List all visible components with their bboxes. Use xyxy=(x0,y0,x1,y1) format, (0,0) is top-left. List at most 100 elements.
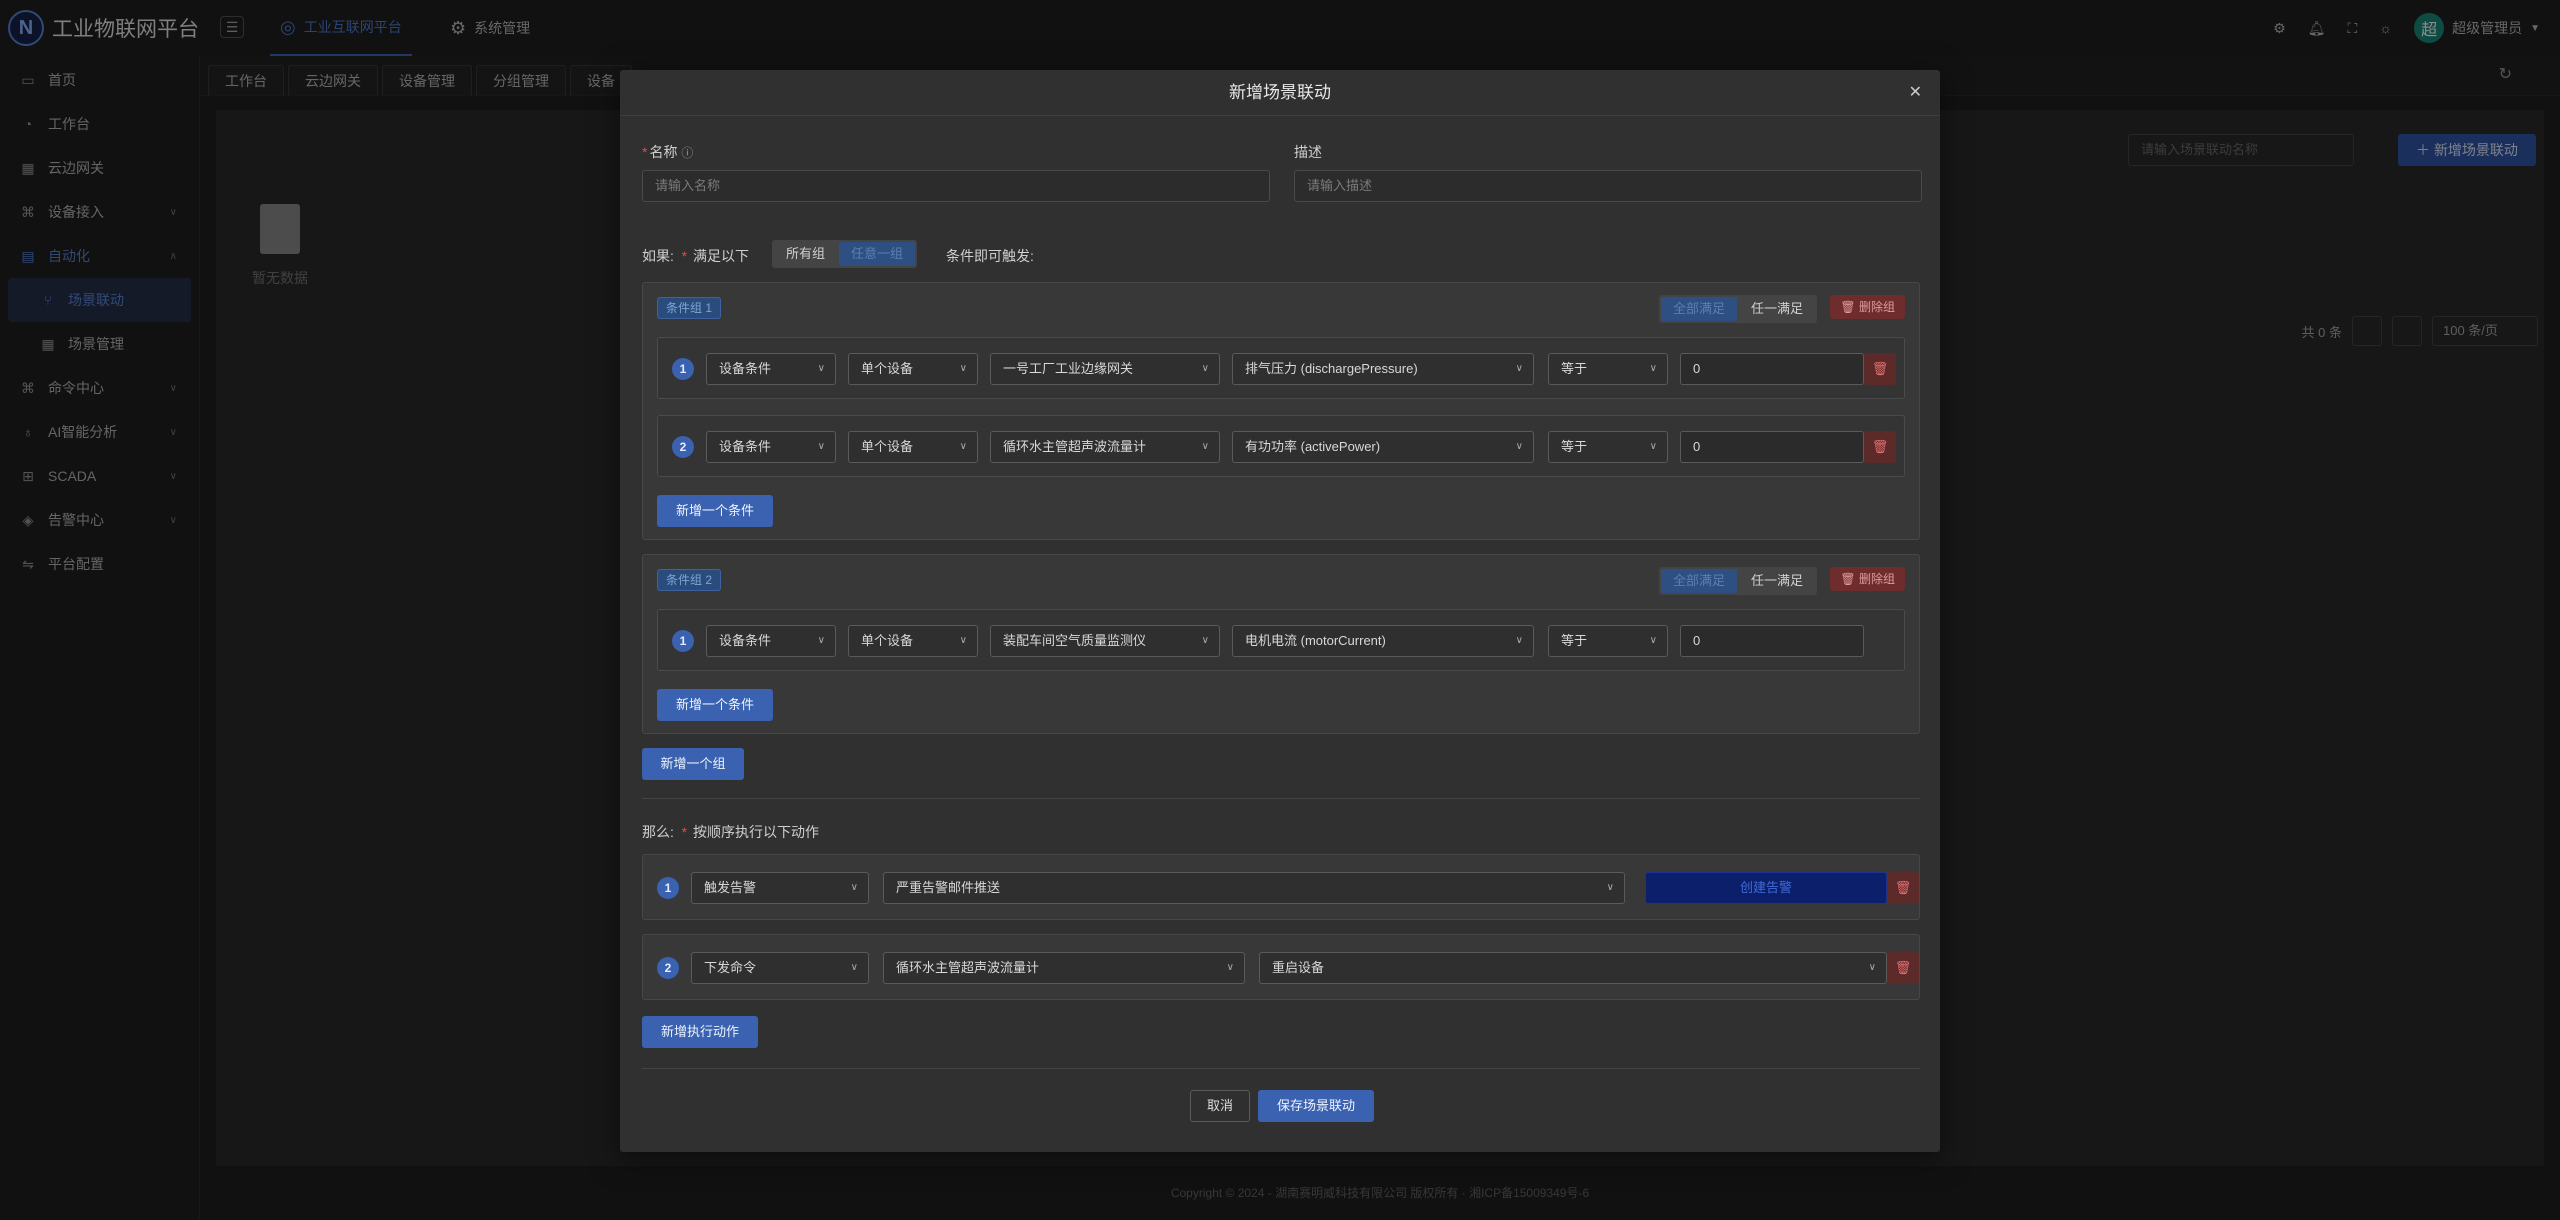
create-alarm-button[interactable]: 创建告警 xyxy=(1645,872,1887,904)
chevron-down-icon: ∨ xyxy=(817,363,825,374)
delete-group-button[interactable]: 🗑︎ 删除组 xyxy=(1830,567,1905,591)
chevron-down-icon: ∨ xyxy=(1649,441,1657,452)
chevron-down-icon: ∨ xyxy=(959,441,967,452)
chevron-down-icon: ∨ xyxy=(850,882,858,893)
condition-value-input[interactable]: 0 xyxy=(1680,353,1864,385)
trash-icon: 🗑︎ xyxy=(1840,300,1856,314)
delete-action-button[interactable]: 🗑︎ xyxy=(1887,952,1919,984)
name-input[interactable]: 请输入名称 xyxy=(642,170,1270,202)
chevron-down-icon: ∨ xyxy=(959,635,967,646)
condition-mode-toggle: 全部满足 任一满足 xyxy=(1658,567,1817,595)
chevron-down-icon: ∨ xyxy=(1868,962,1876,973)
save-button[interactable]: 保存场景联动 xyxy=(1258,1090,1374,1122)
chevron-down-icon: ∨ xyxy=(817,635,825,646)
condition-type-select[interactable]: 设备条件 ∨ xyxy=(706,431,836,463)
mode-any-satisfy[interactable]: 任一满足 xyxy=(1739,297,1815,321)
footer-divider xyxy=(642,1068,1920,1069)
device-scope-select[interactable]: 单个设备 ∨ xyxy=(848,625,978,657)
delete-condition-button[interactable]: 🗑︎ xyxy=(1864,431,1896,463)
property-select[interactable]: 排气压力 (dischargePressure) ∨ xyxy=(1232,353,1534,385)
condition-row: 1 设备条件 ∨ 单个设备 ∨ 一号工厂工业边缘网关 ∨ 排气压力 (discharg… xyxy=(657,337,1905,399)
device-scope-select[interactable]: 单个设备 ∨ xyxy=(848,353,978,385)
mode-any-group[interactable]: 任意一组 xyxy=(839,242,916,266)
delete-condition-button[interactable]: 🗑︎ xyxy=(1864,353,1896,385)
operator-select[interactable]: 等于 ∨ xyxy=(1548,625,1668,657)
chevron-down-icon: ∨ xyxy=(1201,635,1209,646)
command-select[interactable]: 重启设备 ∨ xyxy=(1259,952,1887,984)
condition-value-input[interactable]: 0 xyxy=(1680,431,1864,463)
condition-number: 1 xyxy=(672,358,694,380)
chevron-down-icon: ∨ xyxy=(1201,363,1209,374)
close-icon[interactable]: ✕ xyxy=(1909,70,1922,116)
delete-group-label: 删除组 xyxy=(1858,300,1895,314)
action-row: 1 触发告警 ∨ 严重告警邮件推送 ∨ 创建告警 🗑︎ xyxy=(642,854,1920,920)
mode-any-satisfy[interactable]: 任一满足 xyxy=(1739,569,1815,593)
chevron-down-icon: ∨ xyxy=(1515,635,1523,646)
chevron-down-icon: ∨ xyxy=(1515,441,1523,452)
condition-group: 条件组 1 全部满足 任一满足 🗑︎ 删除组 1 设备条件 ∨ 单个设备 ∨ 一号工… xyxy=(642,282,1920,540)
help-icon: ⓘ xyxy=(681,146,694,160)
condition-value-input[interactable]: 0 xyxy=(1680,625,1864,657)
chevron-down-icon: ∨ xyxy=(817,441,825,452)
chevron-down-icon: ∨ xyxy=(1515,363,1523,374)
group-tag: 条件组 1 xyxy=(657,297,722,319)
add-condition-button[interactable]: 新增一个条件 xyxy=(657,495,773,527)
trash-icon: 🗑︎ xyxy=(1894,880,1912,895)
action-number: 2 xyxy=(657,957,679,979)
condition-number: 2 xyxy=(672,436,694,458)
operator-select[interactable]: 等于 ∨ xyxy=(1548,431,1668,463)
if-label: 如果: * 满足以下 xyxy=(642,248,750,264)
chevron-down-icon: ∨ xyxy=(1201,441,1209,452)
mode-all-groups[interactable]: 所有组 xyxy=(774,242,837,266)
add-scene-modal: 新增场景联动 ✕ * 名称 ⓘ 请输入名称 描述 请输入描述 如果: * 满足以下… xyxy=(620,70,1940,1152)
mode-all-satisfy[interactable]: 全部满足 xyxy=(1660,297,1737,321)
delete-group-button[interactable]: 🗑︎ 删除组 xyxy=(1830,295,1905,319)
command-device-select[interactable]: 循环水主管超声波流量计 ∨ xyxy=(883,952,1245,984)
group-mode-toggle: 所有组 任意一组 xyxy=(772,240,918,268)
trash-icon: 🗑︎ xyxy=(1840,572,1856,586)
condition-number: 1 xyxy=(672,630,694,652)
trash-icon: 🗑︎ xyxy=(1871,361,1889,376)
device-select[interactable]: 装配车间空气质量监测仪 ∨ xyxy=(990,625,1220,657)
chevron-down-icon: ∨ xyxy=(1649,363,1657,374)
chevron-down-icon: ∨ xyxy=(1649,635,1657,646)
chevron-down-icon: ∨ xyxy=(959,363,967,374)
delete-action-button[interactable]: 🗑︎ xyxy=(1887,872,1919,904)
desc-label: 描述 xyxy=(1294,144,1322,160)
property-select[interactable]: 电机电流 (motorCurrent) ∨ xyxy=(1232,625,1534,657)
alarm-template-select[interactable]: 严重告警邮件推送 ∨ xyxy=(883,872,1625,904)
device-scope-select[interactable]: 单个设备 ∨ xyxy=(848,431,978,463)
name-label: * 名称 ⓘ xyxy=(642,144,694,160)
action-type-select[interactable]: 下发命令 ∨ xyxy=(691,952,869,984)
delete-group-label: 删除组 xyxy=(1858,572,1895,586)
action-type-select[interactable]: 触发告警 ∨ xyxy=(691,872,869,904)
chevron-down-icon: ∨ xyxy=(850,962,858,973)
action-row: 2 下发命令 ∨ 循环水主管超声波流量计 ∨ 重启设备 ∨ 🗑︎ xyxy=(642,934,1920,1000)
condition-type-select[interactable]: 设备条件 ∨ xyxy=(706,353,836,385)
property-select[interactable]: 有功功率 (activePower) ∨ xyxy=(1232,431,1534,463)
trigger-suffix: 条件即可触发: xyxy=(946,248,1034,264)
then-label: 那么: * 按顺序执行以下动作 xyxy=(642,824,820,840)
modal-title: 新增场景联动 xyxy=(1229,83,1331,102)
group-tag: 条件组 2 xyxy=(657,569,722,591)
condition-group: 条件组 2 全部满足 任一满足 🗑︎ 删除组 1 设备条件 ∨ 单个设备 ∨ 装配车… xyxy=(642,554,1920,734)
add-condition-button[interactable]: 新增一个条件 xyxy=(657,689,773,721)
add-action-button[interactable]: 新增执行动作 xyxy=(642,1016,758,1048)
desc-input[interactable]: 请输入描述 xyxy=(1294,170,1922,202)
operator-select[interactable]: 等于 ∨ xyxy=(1548,353,1668,385)
device-select[interactable]: 循环水主管超声波流量计 ∨ xyxy=(990,431,1220,463)
chevron-down-icon: ∨ xyxy=(1226,962,1234,973)
mode-all-satisfy[interactable]: 全部满足 xyxy=(1660,569,1737,593)
action-number: 1 xyxy=(657,877,679,899)
trash-icon: 🗑︎ xyxy=(1894,960,1912,975)
add-group-button[interactable]: 新增一个组 xyxy=(642,748,744,780)
condition-type-select[interactable]: 设备条件 ∨ xyxy=(706,625,836,657)
condition-row: 2 设备条件 ∨ 单个设备 ∨ 循环水主管超声波流量计 ∨ 有功功率 (activeP… xyxy=(657,415,1905,477)
modal-header: 新增场景联动 ✕ xyxy=(620,70,1940,116)
chevron-down-icon: ∨ xyxy=(1606,882,1614,893)
device-select[interactable]: 一号工厂工业边缘网关 ∨ xyxy=(990,353,1220,385)
trash-icon: 🗑︎ xyxy=(1871,439,1889,454)
section-divider xyxy=(642,798,1920,799)
condition-row: 1 设备条件 ∨ 单个设备 ∨ 装配车间空气质量监测仪 ∨ 电机电流 (motorCu… xyxy=(657,609,1905,671)
cancel-button[interactable]: 取消 xyxy=(1190,1090,1250,1122)
